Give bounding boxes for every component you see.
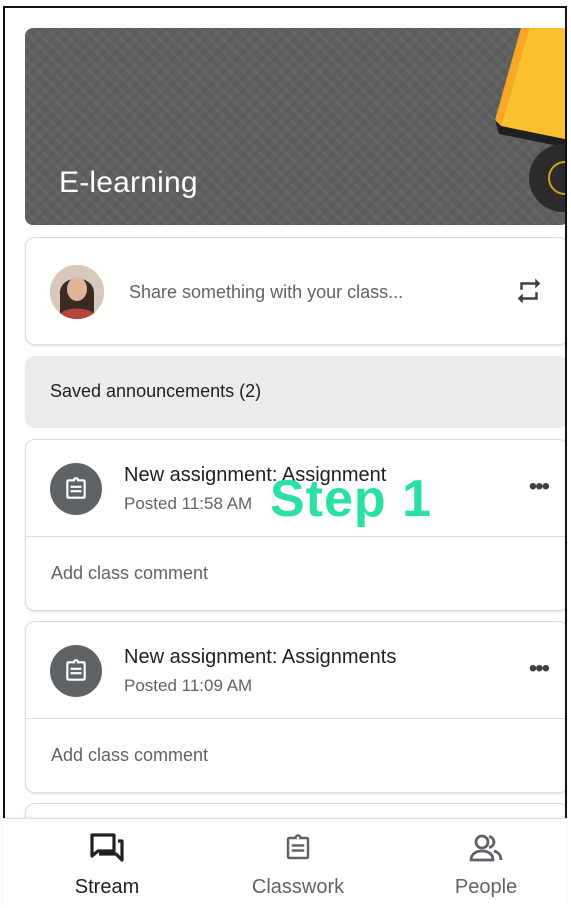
- app-frame: E-learning Share something with your cla…: [3, 6, 567, 907]
- step-annotation: Step 1: [270, 470, 433, 528]
- add-comment-input[interactable]: Add class comment: [51, 745, 208, 766]
- more-options-icon[interactable]: •••: [529, 475, 550, 499]
- classwork-icon: [286, 834, 310, 860]
- post-header[interactable]: New assignment: Assignments Posted 11:09…: [26, 622, 565, 719]
- nav-stream[interactable]: Stream: [37, 833, 177, 899]
- nav-people[interactable]: People: [416, 833, 556, 899]
- people-icon: [469, 834, 503, 862]
- more-options-icon[interactable]: •••: [529, 657, 550, 681]
- bottom-navigation: Stream Classwork People: [3, 818, 567, 908]
- assignment-icon: [50, 463, 102, 515]
- saved-announcements-label: Saved announcements (2): [50, 381, 262, 401]
- add-comment-input[interactable]: Add class comment: [51, 563, 208, 584]
- assignment-icon: [50, 645, 102, 697]
- nav-people-label: People: [454, 876, 518, 898]
- repost-icon[interactable]: [514, 276, 544, 306]
- post-timestamp: Posted 11:09 AM: [124, 676, 253, 695]
- banner-illustration-icon: [495, 28, 565, 212]
- nav-classwork-label: Classwork: [251, 876, 345, 898]
- nav-stream-label: Stream: [74, 876, 140, 898]
- saved-announcements[interactable]: Saved announcements (2): [25, 356, 565, 428]
- share-input[interactable]: Share something with your class...: [129, 282, 403, 303]
- stream-icon: [90, 833, 124, 862]
- class-banner[interactable]: E-learning: [25, 28, 565, 225]
- nav-classwork[interactable]: Classwork: [228, 833, 368, 899]
- share-card[interactable]: Share something with your class...: [25, 237, 565, 345]
- class-title: E-learning: [59, 166, 198, 199]
- assignment-post[interactable]: New assignment: Assignments Posted 11:09…: [25, 621, 565, 793]
- post-timestamp: Posted 11:58 AM: [124, 494, 253, 513]
- user-avatar: [50, 265, 104, 319]
- post-title[interactable]: New assignment: Assignments: [124, 646, 396, 669]
